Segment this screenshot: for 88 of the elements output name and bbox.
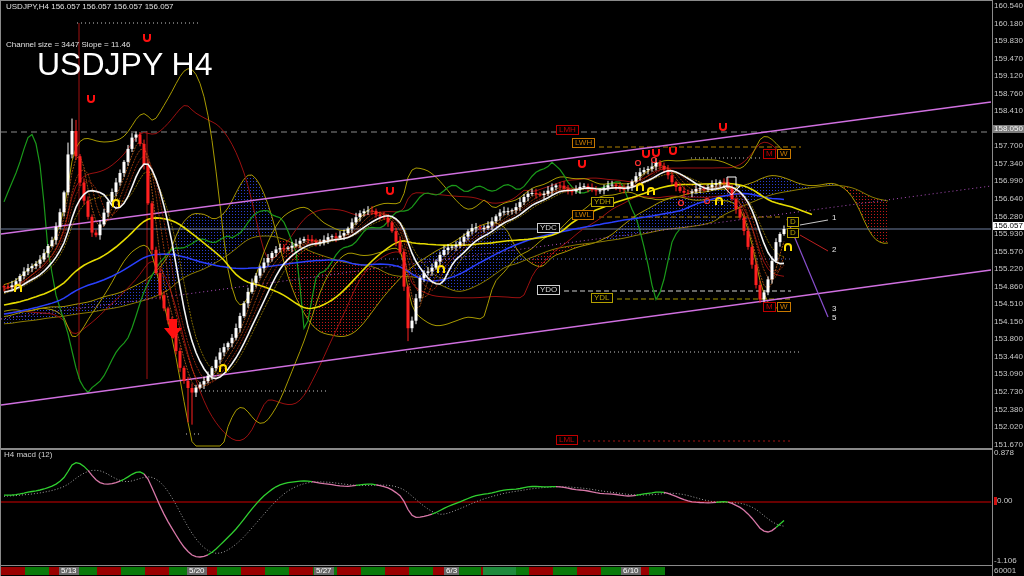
level-label: YDL (591, 293, 613, 303)
price-tick-label: 153.440 (993, 352, 1024, 361)
price-tick-label: 155.930 (993, 230, 1024, 239)
level-label: M (763, 149, 776, 159)
price-tick-label: 153.800 (993, 335, 1024, 344)
level-label: LML (556, 435, 578, 445)
u-marker-icon (386, 186, 394, 195)
current-price-label: 156.057 (993, 222, 1024, 230)
down-arrow-icon (164, 319, 182, 339)
date-label: 6/3 (444, 567, 460, 575)
u-marker-icon (578, 159, 586, 168)
dotted-level-line (185, 433, 200, 435)
level-label: YDO (537, 285, 561, 295)
price-tick-label: 152.020 (993, 423, 1024, 432)
zero-marker-icon (994, 497, 997, 505)
level-label: YDH (591, 197, 614, 207)
level-label: M (763, 302, 776, 312)
arch-marker-icon (14, 284, 22, 293)
highlight-marker (483, 567, 516, 575)
price-tick-label: 154.150 (993, 317, 1024, 326)
level-label: W (777, 302, 791, 312)
channel-info-text: Channel size = 3447 Slope = 11.46 (6, 40, 131, 49)
price-tick-label: 158.410 (993, 107, 1024, 116)
price-tick-label: 159.830 (993, 37, 1024, 46)
level-label: LMH (556, 125, 579, 135)
bearish-candlestick (282, 244, 286, 253)
price-tick-label: 154.510 (993, 300, 1024, 309)
bearish-candlestick (702, 185, 706, 193)
level-label: LWL (572, 210, 594, 220)
ring-marker-icon (650, 156, 658, 164)
wave-number: 5 (832, 314, 837, 322)
macd-scale-label: 0.00 (997, 497, 1013, 505)
chart-title: USDJPY H4 (37, 49, 213, 79)
date-label: 6/10 (621, 567, 641, 575)
bearish-candlestick (334, 232, 338, 243)
wave-number: 1 (832, 214, 837, 222)
date-label: 5/27 (314, 567, 334, 575)
price-tick-label: 160.540 (993, 2, 1024, 10)
level-label: LWH (572, 138, 596, 148)
date-label: 5/20 (187, 567, 207, 575)
level-label: D (787, 217, 799, 227)
axis-corner-label: 60001 (994, 567, 1017, 575)
price-tick-label: 156.280 (993, 212, 1024, 221)
price-tick-label: 151.670 (993, 440, 1024, 449)
u-marker-icon (652, 148, 660, 157)
arch-marker-icon (784, 243, 792, 252)
bearish-candlestick (478, 224, 482, 231)
wave-number: 2 (832, 246, 837, 254)
ring-marker-icon (677, 199, 685, 207)
u-marker-icon (87, 94, 95, 103)
u-marker-icon (143, 33, 151, 42)
wave-number: 3 (832, 305, 837, 313)
symbol-quote-text: USDJPY,H4 156.057 156.057 156.057 156.057 (6, 2, 174, 11)
date-label: 5/13 (59, 567, 79, 575)
price-tick-label: 153.090 (993, 370, 1024, 379)
level-label: D (787, 228, 799, 238)
price-tick-label: 159.120 (993, 72, 1024, 81)
macd-scale-label: -1.106 (994, 557, 1017, 565)
price-tick-label: 157.700 (993, 142, 1024, 151)
price-tick-label: 158.760 (993, 89, 1024, 98)
level-label: W (777, 149, 791, 159)
ring-marker-icon (703, 197, 711, 205)
price-tick-label: 155.220 (993, 265, 1024, 274)
price-tick-label: 156.990 (993, 177, 1024, 186)
price-tick-label: 159.470 (993, 54, 1024, 63)
arch-marker-icon (112, 199, 120, 208)
level-label: YDC (537, 223, 560, 233)
arch-marker-icon (715, 197, 723, 206)
u-marker-icon (669, 146, 677, 155)
arch-marker-icon (647, 187, 655, 196)
ring-marker-icon (634, 159, 642, 167)
arch-marker-icon (636, 183, 644, 192)
price-tick-label: 152.380 (993, 405, 1024, 414)
price-tick-label: 154.860 (993, 282, 1024, 291)
u-marker-icon (719, 122, 727, 131)
price-tick-label: 156.640 (993, 195, 1024, 203)
u-marker-icon (642, 149, 650, 158)
arch-marker-icon (437, 265, 445, 274)
macd-scale-label: 0.878 (994, 449, 1015, 457)
price-tick-label: 155.570 (993, 247, 1024, 256)
down-arrow-outline-icon (722, 176, 741, 196)
indicator-title: H4 macd (12) (4, 451, 53, 459)
dotted-level-line (690, 157, 762, 159)
price-tick-label: 152.730 (993, 388, 1024, 397)
arch-marker-icon (219, 364, 227, 373)
price-tick-label: 157.340 (993, 159, 1024, 168)
price-tick-label: 158.050 (993, 124, 1024, 133)
price-tick-label: 160.180 (993, 19, 1024, 28)
